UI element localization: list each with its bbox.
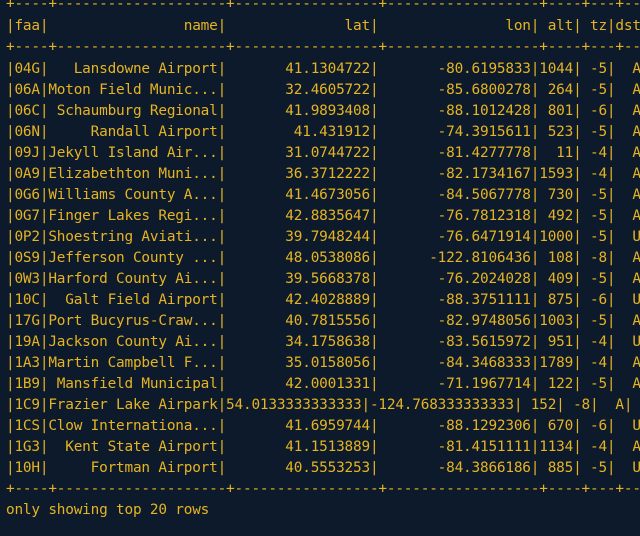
table-row: |0W3|Harford County Ai...| 39.5668378| -… [6,271,640,287]
table-row: |17G|Port Bucyrus-Craw...| 40.7815556| -… [6,313,640,329]
table-row: |1G3| Kent State Airport| 41.1513889| -8… [6,439,640,455]
table-border-header: +----+--------------------+-------------… [6,39,640,55]
table-border-bottom: +----+--------------------+-------------… [6,481,640,497]
table-border-top: +----+--------------------+-------------… [6,0,640,12]
table-row: |06C| Schaumburg Regional| 41.9893408| -… [6,103,640,119]
table-row: |0P2|Shoestring Aviati...| 39.7948244| -… [6,229,640,245]
table-row: |0S9|Jefferson County ...| 48.0538086| -… [6,250,640,266]
table-row: |1B9| Mansfield Municipal| 42.0001331| -… [6,376,640,392]
table-row: |0G7|Finger Lakes Regi...| 42.8835647| -… [6,208,640,224]
table-row: |19A|Jackson County Ai...| 34.1758638| -… [6,334,640,350]
terminal-output: +----+--------------------+-------------… [6,0,640,536]
table-row: |06A|Moton Field Munic...| 32.4605722| -… [6,82,640,98]
table-row: |0A9|Elizabethton Muni...| 36.3712222| -… [6,166,640,182]
table-row: |06N| Randall Airport| 41.431912| -74.39… [6,124,640,140]
footer-message: only showing top 20 rows [6,502,210,518]
table-row: |04G| Lansdowne Airport| 41.1304722| -80… [6,61,640,77]
table-row: |09J|Jekyll Island Air...| 31.0744722| -… [6,145,640,161]
table-row: |1C9|Frazier Lake Airpark|54.01333333333… [6,397,633,413]
table-header-row: |faa| name| lat| lon| alt| tz|dst| [6,18,640,34]
table-row: |0G6|Williams County A...| 41.4673056| -… [6,187,640,203]
table-row: |1A3|Martin Campbell F...| 35.0158056| -… [6,355,640,371]
table-row: |10C| Galt Field Airport| 42.4028889| -8… [6,292,640,308]
table-row: |10H| Fortman Airport| 40.5553253| -84.3… [6,460,640,476]
table-row: |1CS|Clow Internationa...| 41.6959744| -… [6,418,640,434]
